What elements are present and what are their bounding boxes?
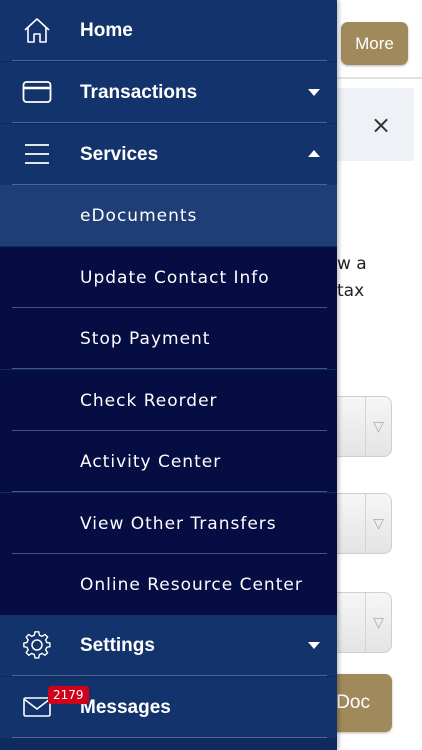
close-icon[interactable]: × [370, 111, 392, 139]
unread-messages-badge: 2179 [48, 686, 89, 704]
menu-item-label: Home [80, 19, 133, 41]
chevron-up-icon [308, 150, 320, 157]
more-button[interactable]: More [341, 22, 408, 65]
side-drawer: Home Transactions Services eDocuments Up… [0, 0, 337, 750]
menu-item-label: Services [80, 143, 159, 165]
menu-item-settings[interactable]: Settings [0, 615, 337, 676]
menu-item-label: Stop Payment [80, 328, 211, 349]
submenu-item-online-resource-center[interactable]: Online Resource Center [0, 554, 337, 615]
submenu-item-check-reorder[interactable]: Check Reorder [0, 370, 337, 431]
menu-item-services[interactable]: Services [0, 124, 337, 185]
home-icon [20, 15, 54, 45]
menu-item-label: Settings [80, 634, 155, 656]
divider [12, 675, 327, 676]
gear-icon [20, 630, 54, 660]
menu-item-label: Transactions [80, 81, 198, 103]
divider [12, 122, 327, 123]
body-text-line: w a [337, 254, 367, 274]
divider [12, 737, 327, 738]
chevron-down-icon [308, 89, 320, 96]
menu-item-label: Update Contact Info [80, 267, 270, 288]
chevron-down-icon: ▽ [365, 397, 391, 456]
menu-item-label: Activity Center [80, 451, 222, 472]
submenu-item-stop-payment[interactable]: Stop Payment [0, 308, 337, 369]
submenu-item-update-contact-info[interactable]: Update Contact Info [0, 247, 337, 308]
menu-item-label: eDocuments [80, 205, 198, 226]
menu-item-label: Check Reorder [80, 390, 218, 411]
hamburger-icon [20, 139, 54, 169]
menu-item-label: View Other Transfers [80, 513, 277, 534]
menu-item-label: Online Resource Center [80, 574, 303, 595]
submenu-item-edocuments[interactable]: eDocuments [0, 185, 337, 246]
chevron-down-icon: ▽ [365, 593, 391, 652]
submenu-item-activity-center[interactable]: Activity Center [0, 431, 337, 492]
header-divider [337, 77, 422, 79]
body-text-line: tax [337, 281, 365, 301]
chevron-down-icon [308, 642, 320, 649]
divider [12, 60, 327, 61]
submenu-item-view-other-transfers[interactable]: View Other Transfers [0, 493, 337, 554]
menu-item-home[interactable]: Home [0, 0, 337, 61]
menu-item-transactions[interactable]: Transactions [0, 62, 337, 123]
menu-item-label: Messages [80, 696, 171, 718]
app-screen: More × w a tax ▽ ▽ ▽ Doc Home Transactio… [0, 0, 422, 750]
divider [12, 368, 327, 369]
divider [12, 491, 327, 492]
chevron-down-icon: ▽ [365, 494, 391, 553]
card-icon [20, 77, 54, 107]
